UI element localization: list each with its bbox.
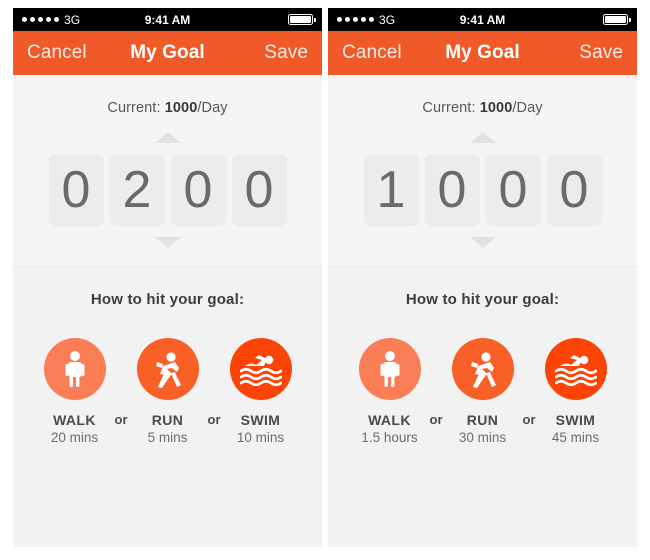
signal-strength-dots-icon [337, 17, 374, 22]
activity-separator: or [429, 412, 443, 427]
how-to-heading: How to hit your goal: [405, 291, 560, 308]
activity-run: RUN 5 mins [128, 338, 208, 445]
status-bar-left: 3G [337, 13, 460, 27]
current-goal-suffix: /Day [512, 100, 543, 116]
navigation-bar: Cancel My Goal Save [328, 31, 637, 75]
save-button[interactable]: Save [520, 42, 623, 64]
activity-row: WALK 1.5 hours or RUN 30 mins or SWIM 45… [350, 338, 616, 445]
activity-swim: SWIM 10 mins [221, 338, 301, 445]
triangle-down-icon[interactable] [469, 237, 496, 248]
how-to-hit-goal-section: How to hit your goal: WALK [328, 267, 637, 547]
goal-digit[interactable]: 1 [363, 154, 419, 226]
activity-duration: 5 mins [147, 430, 188, 445]
goal-digit-group: 1 0 0 0 [363, 154, 602, 226]
goal-digit-group: 0 2 0 0 [48, 154, 287, 226]
activity-name: WALK [53, 412, 96, 428]
goal-digit[interactable]: 0 [546, 154, 602, 226]
triangle-up-icon[interactable] [154, 132, 181, 143]
goal-digit[interactable]: 0 [231, 154, 287, 226]
goal-digit[interactable]: 0 [424, 154, 480, 226]
activity-separator: or [114, 412, 128, 427]
current-goal-label: Current: 1000/Day [422, 100, 542, 116]
battery-full-icon [603, 14, 632, 25]
activity-row: WALK 20 mins or RUN 5 mins or SWIM 10 mi… [35, 338, 301, 445]
goal-stepper-section: Current: 1000/Day 0 2 0 0 [13, 75, 322, 267]
activity-run: RUN 30 mins [443, 338, 523, 445]
activity-duration: 20 mins [50, 430, 99, 445]
signal-strength-dots-icon [22, 17, 59, 22]
status-bar: 3G 9:41 AM [13, 8, 322, 31]
how-to-heading: How to hit your goal: [90, 291, 245, 308]
activity-duration: 10 mins [236, 430, 285, 445]
status-bar: 3G 9:41 AM [328, 8, 637, 31]
current-goal-prefix: Current: [422, 100, 480, 116]
status-bar-clock: 9:41 AM [144, 12, 191, 27]
swim-icon[interactable] [544, 338, 607, 400]
status-bar-right [190, 14, 317, 25]
activity-name: RUN [466, 412, 499, 428]
battery-full-icon [288, 14, 317, 25]
current-goal-suffix: /Day [197, 100, 228, 116]
page-title: My Goal [445, 42, 520, 63]
cancel-button[interactable]: Cancel [27, 42, 130, 64]
activity-name: SWIM [240, 412, 281, 428]
goal-digit[interactable]: 0 [170, 154, 226, 226]
current-goal-prefix: Current: [107, 100, 165, 116]
current-goal-value: 1000 [164, 100, 198, 116]
cancel-button[interactable]: Cancel [342, 42, 445, 64]
phone-screen-right: 3G 9:41 AM Cancel My Goal Save Current: … [328, 8, 637, 547]
activity-duration: 45 mins [551, 430, 600, 445]
navigation-bar: Cancel My Goal Save [13, 31, 322, 75]
activity-duration: 1.5 hours [361, 430, 418, 445]
current-goal-value: 1000 [479, 100, 513, 116]
current-goal-label: Current: 1000/Day [107, 100, 227, 116]
activity-walk: WALK 20 mins [35, 338, 115, 445]
activity-separator: or [207, 412, 221, 427]
activity-duration: 30 mins [458, 430, 507, 445]
phone-screen-left: 3G 9:41 AM Cancel My Goal Save Current: … [13, 8, 322, 547]
goal-digit[interactable]: 0 [48, 154, 104, 226]
activity-name: WALK [368, 412, 411, 428]
triangle-down-icon[interactable] [154, 237, 181, 248]
activity-walk: WALK 1.5 hours [350, 338, 430, 445]
status-bar-left: 3G [22, 13, 145, 27]
run-icon[interactable] [136, 338, 199, 400]
dual-phone-mockup: 3G 9:41 AM Cancel My Goal Save Current: … [0, 0, 650, 560]
goal-stepper-section: Current: 1000/Day 1 0 0 0 [328, 75, 637, 267]
page-title: My Goal [130, 42, 205, 63]
activity-name: SWIM [555, 412, 596, 428]
activity-name: RUN [151, 412, 184, 428]
run-icon[interactable] [451, 338, 514, 400]
how-to-hit-goal-section: How to hit your goal: WALK [13, 267, 322, 547]
status-bar-clock: 9:41 AM [459, 12, 506, 27]
carrier-label: 3G [64, 12, 81, 27]
carrier-label: 3G [379, 12, 396, 27]
goal-digit[interactable]: 0 [485, 154, 541, 226]
triangle-up-icon[interactable] [469, 132, 496, 143]
activity-swim: SWIM 45 mins [536, 338, 616, 445]
walk-icon[interactable] [43, 338, 106, 400]
goal-digit[interactable]: 2 [109, 154, 165, 226]
walk-icon[interactable] [358, 338, 421, 400]
swim-icon[interactable] [229, 338, 292, 400]
activity-separator: or [522, 412, 536, 427]
save-button[interactable]: Save [205, 42, 308, 64]
status-bar-right [505, 14, 632, 25]
